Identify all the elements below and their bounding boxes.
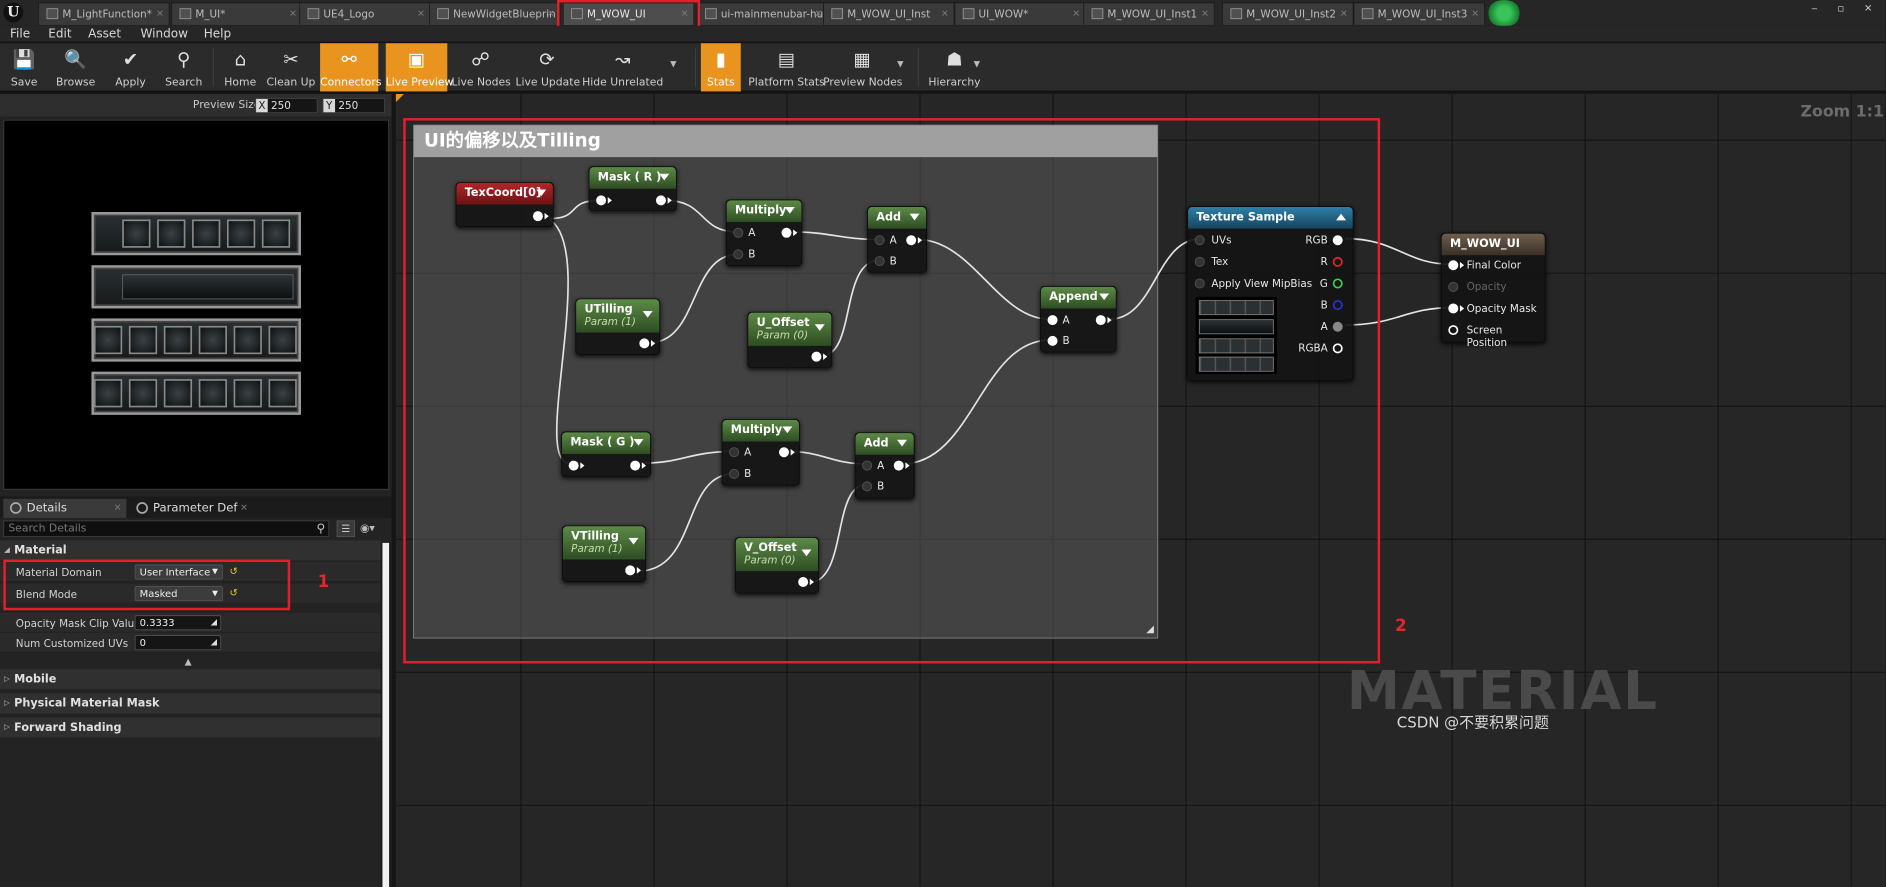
input-pin-opacity[interactable] [1448, 281, 1459, 292]
graph-highlight [403, 118, 1381, 664]
annotation-number-2: 2 [1395, 615, 1407, 636]
input-pin-final-color[interactable] [1448, 260, 1459, 271]
input-pin-screen-position[interactable] [1448, 325, 1459, 336]
csdn-credit: CSDN @不要积累问题 [1396, 714, 1549, 732]
input-pin-opacity-mask[interactable] [1448, 303, 1459, 314]
node-material-result[interactable]: M_WOW_UI Final Color Opacity Opacity Mas… [1440, 232, 1546, 348]
